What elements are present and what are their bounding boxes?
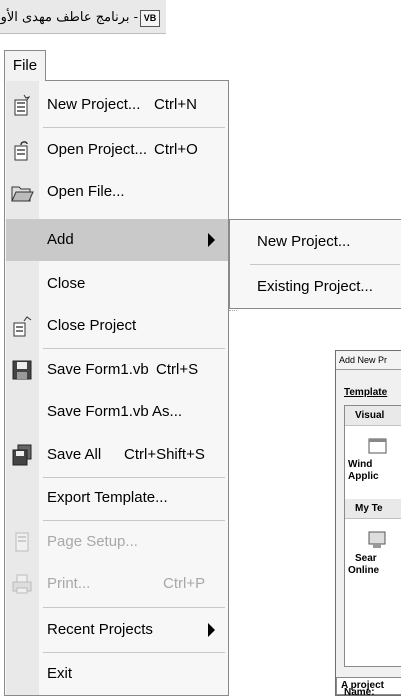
submenu-arrow-icon — [208, 623, 215, 637]
menu-item-label: Page Setup... — [47, 533, 138, 550]
add-new-project-dialog: Add New Pr Template Visual Wind Applic M… — [335, 350, 401, 696]
open-folder-icon — [11, 186, 34, 202]
templates-label: Template — [344, 387, 388, 398]
search-online-icon[interactable] — [367, 530, 389, 550]
new-project-icon — [14, 94, 31, 116]
menu-item-save[interactable]: Save Form1.vb Ctrl+S — [6, 349, 228, 391]
templates-panel: Visual Wind Applic My Te Sear Online — [344, 405, 401, 667]
menu-item-new-project[interactable]: New Project... Ctrl+N — [6, 84, 228, 126]
menu-item-label: Close Project — [47, 317, 137, 334]
save-all-icon — [12, 444, 32, 466]
menu-item-label: Add — [47, 231, 74, 248]
name-label: Name: — [344, 687, 375, 696]
menu-item-label: Open Project... — [47, 141, 148, 158]
menu-item-open-file[interactable]: Open File... — [6, 171, 228, 213]
menu-item-shortcut: Ctrl+P — [163, 575, 206, 592]
submenu-item-label: New Project... — [257, 233, 351, 250]
menu-item-label: New Project... — [47, 96, 141, 113]
dialog-title: Add New Pr — [336, 351, 401, 370]
save-icon — [12, 360, 32, 380]
print-icon — [12, 574, 32, 594]
menu-item-shortcut: Ctrl+N — [154, 96, 197, 113]
my-templates-header: My Te — [345, 499, 401, 519]
page-setup-icon — [15, 532, 29, 552]
submenu-item-new-project[interactable]: New Project... — [230, 220, 401, 264]
menu-item-label: Open File... — [47, 183, 125, 200]
menu-item-label: Print... — [47, 575, 91, 592]
menu-item-label: Close — [47, 275, 86, 292]
windows-app-label-1: Wind — [348, 459, 373, 470]
submenu-arrow-icon — [208, 233, 215, 247]
menu-item-save-as[interactable]: Save Form1.vb As... — [6, 391, 228, 433]
menu-item-exit[interactable]: Exit — [6, 653, 228, 695]
menu-item-label: Save All — [47, 446, 102, 463]
menu-item-recent-projects[interactable]: Recent Projects — [6, 609, 228, 651]
menu-item-print: Print... Ctrl+P — [6, 563, 228, 605]
submenu-item-existing-project[interactable]: Existing Project... — [230, 265, 401, 309]
visual-header: Visual — [345, 406, 401, 426]
menu-item-label: Recent Projects — [47, 621, 153, 638]
menu-item-shortcut: Ctrl+O — [154, 141, 198, 158]
divider — [229, 310, 237, 313]
window-title: - برنامج عاطف مهدى الأول — [0, 10, 138, 25]
windows-app-icon[interactable] — [367, 436, 389, 456]
title-bar: - برنامج عاطف مهدى الأول VB — [0, 0, 166, 34]
menu-item-close-project[interactable]: Close Project — [6, 305, 228, 347]
menu-item-page-setup: Page Setup... — [6, 521, 228, 563]
vb-app-icon[interactable]: VB — [140, 10, 160, 27]
menu-separator — [43, 607, 225, 608]
menu-item-close[interactable]: Close — [6, 263, 228, 305]
menu-file[interactable]: File — [4, 50, 46, 81]
menu-item-label: Save Form1.vb — [47, 361, 149, 378]
file-menu-dropdown: New Project... Ctrl+N Open Project... Ct… — [4, 80, 229, 696]
menu-item-shortcut: Ctrl+Shift+S — [124, 446, 205, 463]
menu-item-label: Exit — [47, 665, 73, 682]
menu-separator — [43, 127, 225, 128]
menu-item-save-all[interactable]: Save All Ctrl+Shift+S — [6, 434, 228, 476]
add-submenu: New Project... Existing Project... — [229, 219, 401, 309]
windows-app-label-2: Applic — [348, 471, 379, 482]
search-online-label-2: Online — [348, 565, 380, 576]
menu-item-open-project[interactable]: Open Project... Ctrl+O — [6, 129, 228, 171]
menu-item-label: Save Form1.vb As... — [47, 403, 183, 420]
submenu-item-label: Existing Project... — [257, 278, 373, 295]
menu-item-export-template[interactable]: Export Template... — [6, 477, 228, 519]
search-online-label-1: Sear — [355, 553, 377, 564]
open-project-icon — [14, 141, 28, 161]
menu-item-add[interactable]: Add — [6, 219, 228, 261]
menu-item-label: Export Template... — [47, 489, 168, 506]
close-project-icon — [13, 316, 32, 337]
menu-item-shortcut: Ctrl+S — [156, 361, 199, 378]
